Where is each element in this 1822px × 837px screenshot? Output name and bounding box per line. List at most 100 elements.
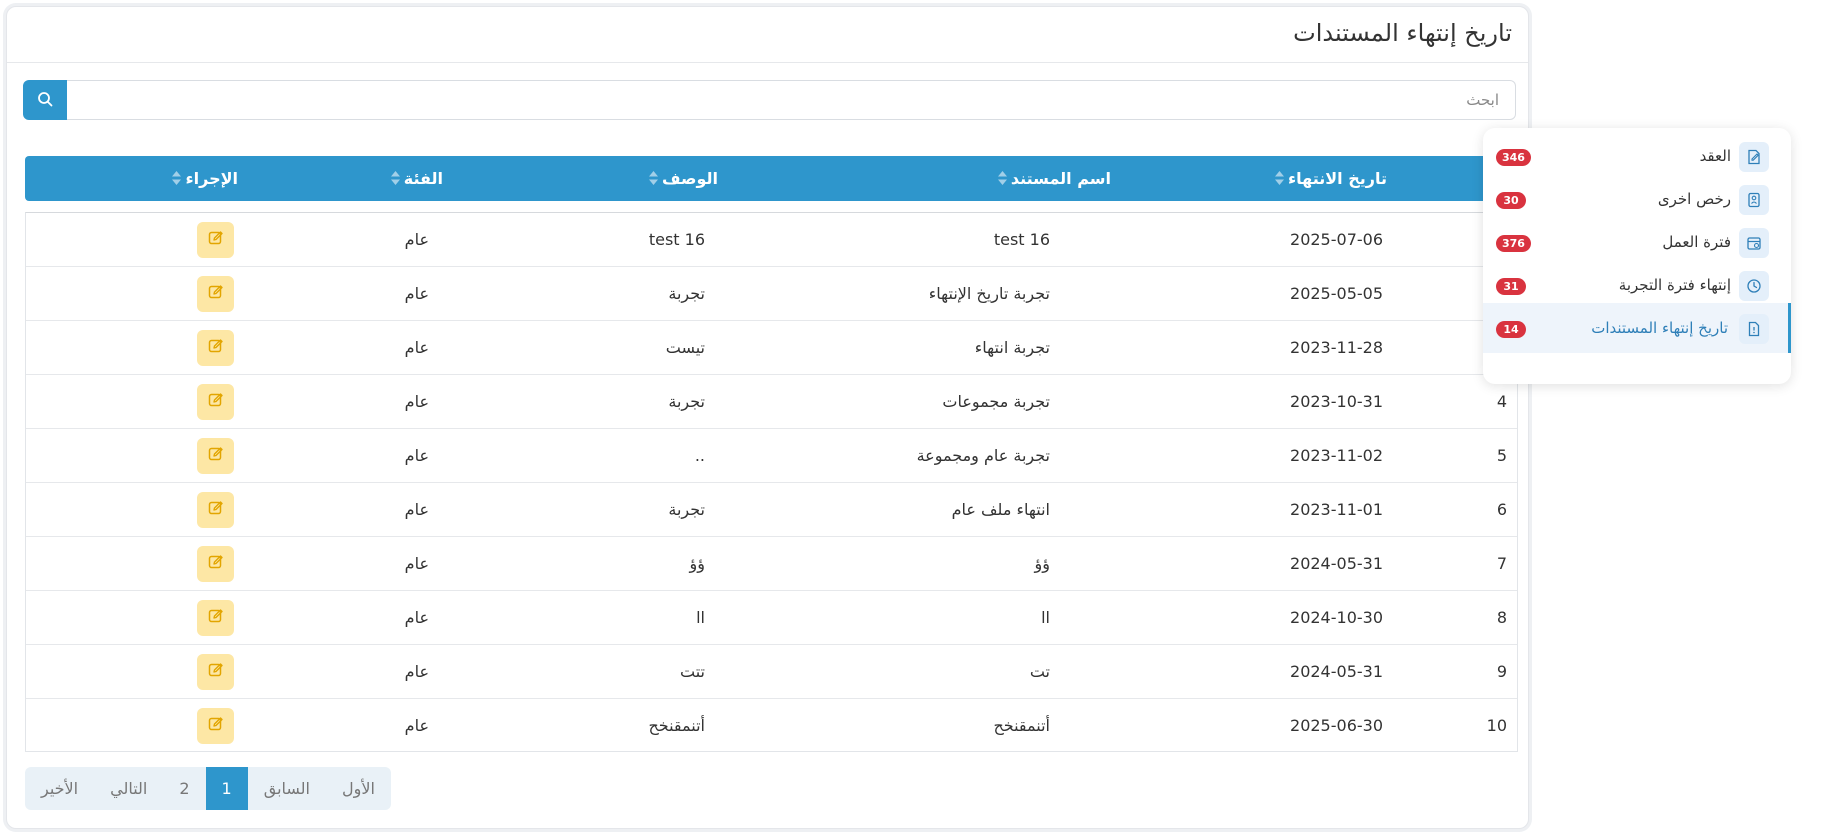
page-title: تاريخ إنتهاء المستندات	[1293, 19, 1512, 47]
cell-index: 10	[1486, 716, 1507, 735]
edit-button[interactable]	[197, 546, 234, 582]
count-badge: 30	[1496, 192, 1526, 209]
pagination-page-2[interactable]: 2	[163, 767, 205, 810]
cell-category: عام	[404, 446, 429, 465]
cell-index: 7	[1496, 554, 1507, 573]
table-row: 10 2025-06-30 أتنمقنخح أتنمقنخح عام	[26, 699, 1517, 753]
cell-description: test 16	[648, 230, 705, 249]
edit-button[interactable]	[197, 276, 234, 312]
side-menu-label: تاريخ إنتهاء المستندات	[1591, 319, 1728, 337]
cell-category: عام	[404, 284, 429, 303]
cell-index: 9	[1496, 662, 1507, 681]
table-body: 12025-07-06test 16test 16عام22025-05-05ت…	[25, 212, 1518, 752]
table-row: 8 2024-10-30 ll ll عام	[26, 591, 1517, 645]
pagination-next[interactable]: التالي	[94, 767, 163, 810]
search-icon	[37, 91, 53, 110]
cell-expiry-date: 2025-07-06	[1290, 230, 1383, 249]
cell-expiry-date: 2023-11-02	[1290, 446, 1383, 465]
column-header-expiry-date[interactable]: تاريخ الانتهاء	[1274, 156, 1387, 202]
edit-icon	[208, 500, 224, 520]
edit-button[interactable]	[197, 654, 234, 690]
license-icon	[1739, 185, 1769, 215]
cell-expiry-date: 2025-06-30	[1290, 716, 1383, 735]
cell-document-name: ll	[1041, 608, 1050, 627]
table-row: 9 2024-05-31 تت تتت عام	[26, 645, 1517, 699]
cell-expiry-date: 2024-10-30	[1290, 608, 1383, 627]
edit-button[interactable]	[197, 384, 234, 420]
cell-document-name: أتنمقنخح	[993, 716, 1050, 735]
column-header-document-name[interactable]: اسم المستند	[997, 156, 1111, 202]
table-row: 22025-05-05تجربة تاريخ الإنتهاءتجربةعام	[26, 267, 1517, 321]
cell-category: عام	[404, 392, 429, 411]
card-header: تاريخ إنتهاء المستندات	[7, 7, 1528, 63]
cell-expiry-date: 2023-10-31	[1290, 392, 1383, 411]
cell-expiry-date: 2023-11-28	[1290, 338, 1383, 357]
cell-category: عام	[404, 230, 429, 249]
edit-button[interactable]	[197, 438, 234, 474]
count-badge: 376	[1496, 235, 1531, 252]
pagination: الأخير التالي 2 1 السابق الأول	[25, 767, 391, 810]
sort-icon	[390, 157, 400, 202]
cell-expiry-date: 2024-05-31	[1290, 662, 1383, 681]
edit-button[interactable]	[197, 600, 234, 636]
table-row: 6 2023-11-01 انتهاء ملف عام تجربة عام	[26, 483, 1517, 537]
cell-document-name: تجربة انتهاء	[974, 338, 1050, 357]
cell-document-name: تجربة عام ومجموعة	[916, 446, 1050, 465]
edit-icon	[208, 554, 224, 574]
clock-icon	[1739, 271, 1769, 301]
column-header-description[interactable]: الوصف	[648, 156, 718, 202]
cell-index: 8	[1496, 608, 1507, 627]
count-badge: 31	[1496, 278, 1526, 295]
cell-category: عام	[404, 716, 429, 735]
cell-category: عام	[404, 554, 429, 573]
cell-description: ؤؤ	[689, 554, 705, 573]
edit-button[interactable]	[197, 708, 234, 744]
pagination-page-1[interactable]: 1	[205, 767, 248, 810]
pagination-first[interactable]: الأول	[326, 767, 391, 810]
search-input[interactable]	[67, 80, 1516, 120]
cell-index: 6	[1496, 500, 1507, 519]
table-row: 7 2024-05-31 ؤؤ ؤؤ عام	[26, 537, 1517, 591]
pagination-last[interactable]: الأخير	[25, 767, 94, 810]
edit-button[interactable]	[197, 222, 234, 258]
cell-document-name: انتهاء ملف عام	[951, 500, 1050, 519]
edit-icon	[208, 716, 224, 736]
search-bar	[23, 80, 1516, 120]
cell-document-name: تجربة تاريخ الإنتهاء	[928, 284, 1050, 303]
table-row: 4 2023-10-31 تجربة مجموعات تجربة عام	[26, 375, 1517, 429]
cell-expiry-date: 2023-11-01	[1290, 500, 1383, 519]
cell-document-name: ؤؤ	[1034, 554, 1050, 573]
documents-expiry-card: تاريخ إنتهاء المستندات # تاريخ الانتهاء …	[6, 6, 1529, 829]
search-button[interactable]	[23, 80, 67, 120]
table-header: # تاريخ الانتهاء اسم المستند الوصف الفئة…	[25, 156, 1518, 201]
side-menu-item-document[interactable]: 14 تاريخ إنتهاء المستندات	[1483, 303, 1791, 353]
sort-icon	[648, 157, 658, 202]
column-header-action[interactable]: الإجراء	[172, 156, 238, 201]
cell-category: عام	[404, 338, 429, 357]
edit-button[interactable]	[197, 492, 234, 528]
cell-document-name: تت	[1029, 662, 1050, 681]
cell-description: تجربة	[668, 392, 705, 411]
edit-icon	[208, 338, 224, 358]
cell-description: تجربة	[668, 284, 705, 303]
cell-expiry-date: 2025-05-05	[1290, 284, 1383, 303]
edit-icon	[208, 284, 224, 304]
count-badge: 346	[1496, 149, 1531, 166]
cell-category: عام	[404, 608, 429, 627]
column-header-category[interactable]: الفئة	[390, 156, 443, 202]
sort-icon	[997, 157, 1007, 202]
cell-description: أتنمقنخح	[648, 716, 705, 735]
table-row: 12025-07-06test 16test 16عام	[26, 213, 1517, 267]
edit-icon	[208, 230, 224, 250]
sort-icon	[172, 157, 182, 202]
cell-description: ..	[694, 446, 705, 465]
table-row: 5 2023-11-02 تجربة عام ومجموعة.. عام	[26, 429, 1517, 483]
cell-category: عام	[404, 500, 429, 519]
cell-index: 5	[1496, 446, 1507, 465]
pagination-previous[interactable]: السابق	[248, 767, 326, 810]
sort-icon	[1274, 157, 1284, 202]
document-icon	[1739, 314, 1769, 344]
cell-description: ll	[696, 608, 705, 627]
edit-button[interactable]	[197, 330, 234, 366]
cell-document-name: تجربة مجموعات	[942, 392, 1050, 411]
